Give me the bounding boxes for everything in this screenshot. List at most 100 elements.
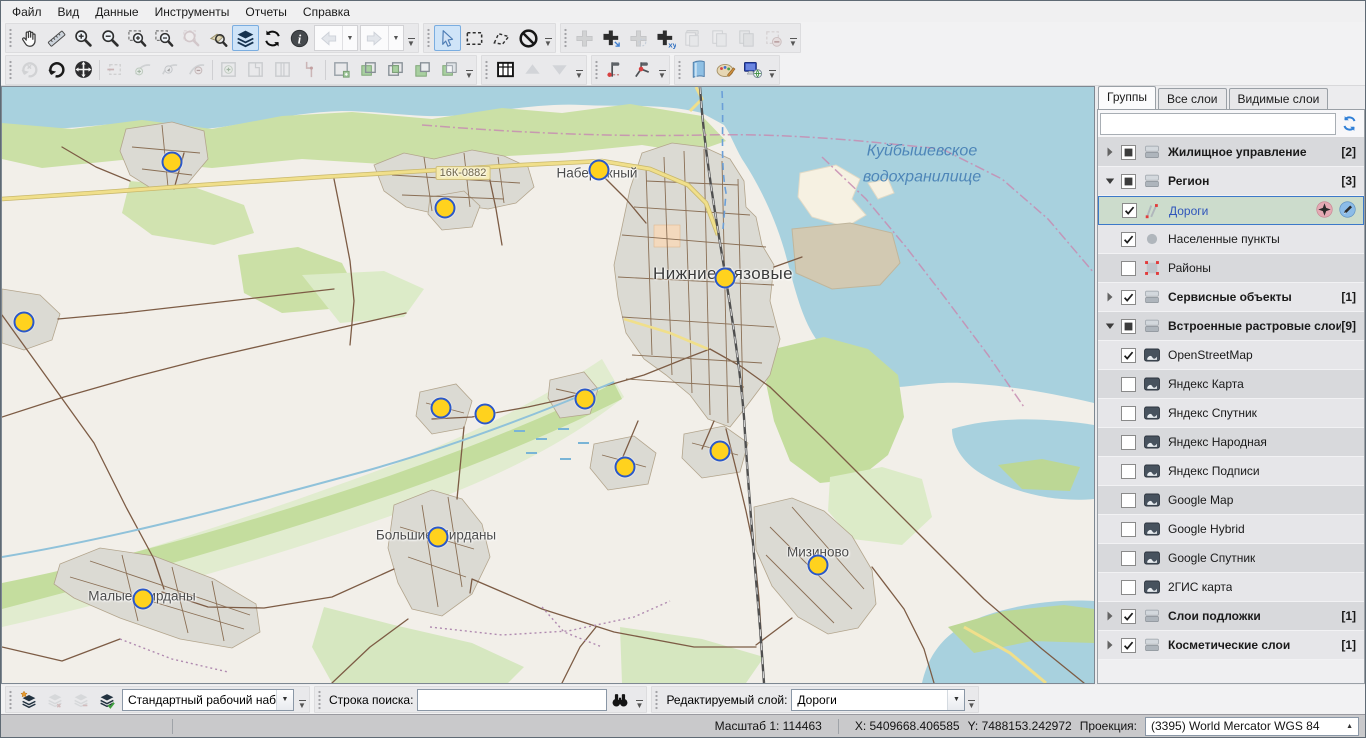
map-marker[interactable] (715, 268, 736, 289)
tree-expander[interactable] (1102, 611, 1118, 621)
tree-expander[interactable] (1102, 640, 1118, 650)
workset-combo[interactable]: Стандартный рабочий набор ▼ (122, 689, 294, 711)
map-marker[interactable] (589, 160, 610, 181)
layer-group-row[interactable]: Встроенные растровые слои[9] (1098, 312, 1364, 341)
search-input[interactable] (417, 689, 607, 711)
node-start-button[interactable] (602, 57, 629, 83)
tab-видимые-слои[interactable]: Видимые слои (1229, 88, 1329, 109)
menu-данные[interactable]: Данные (87, 3, 146, 21)
move-feature-button[interactable] (70, 57, 97, 83)
layer-group-row[interactable]: Сервисные объекты[1] (1098, 283, 1364, 312)
toolbar-grip[interactable] (484, 59, 489, 81)
menu-инструменты[interactable]: Инструменты (147, 3, 238, 21)
layer-row[interactable]: Яндекс Народная (1098, 428, 1364, 457)
map-marker[interactable] (475, 404, 496, 425)
layer-checkbox[interactable] (1121, 377, 1136, 392)
editable-layer-combo[interactable]: Дороги ▼ (791, 689, 965, 711)
add-feature-part-button[interactable] (625, 25, 652, 51)
undo-button[interactable] (43, 57, 70, 83)
layer-row[interactable]: Дороги (1098, 196, 1364, 225)
add-feature-button[interactable] (571, 25, 598, 51)
routing-button[interactable] (1315, 200, 1334, 222)
polygon-new-button[interactable] (215, 57, 242, 83)
nav-forward-dropdown[interactable]: ▼ (388, 26, 403, 50)
node-turn-button[interactable] (629, 57, 656, 83)
map-marker[interactable] (14, 312, 35, 333)
measure-button[interactable] (43, 25, 70, 51)
layers-visibility-button[interactable] (232, 25, 259, 51)
refresh-map-button[interactable] (259, 25, 286, 51)
map-marker[interactable] (808, 555, 829, 576)
menu-вид[interactable]: Вид (50, 3, 88, 21)
select-cursor-button[interactable] (434, 25, 461, 51)
tree-expander[interactable] (1102, 147, 1118, 157)
toolbar-overflow[interactable]: ▼ (463, 57, 475, 83)
geometry-intersect-button[interactable] (382, 57, 409, 83)
layer-row[interactable]: Районы (1098, 254, 1364, 283)
layer-row[interactable]: 2ГИС карта (1098, 573, 1364, 602)
toolbar-grip[interactable] (426, 27, 431, 49)
layer-row[interactable]: Google Hybrid (1098, 515, 1364, 544)
segment-direction-button[interactable] (156, 57, 183, 83)
layer-checkbox[interactable] (1121, 261, 1136, 276)
layer-checkbox[interactable] (1121, 232, 1136, 247)
map-marker[interactable] (162, 152, 183, 173)
layer-checkbox[interactable] (1122, 203, 1137, 218)
toolbar-overflow[interactable]: ▼ (787, 25, 799, 51)
map-marker[interactable] (710, 441, 731, 462)
toolbar-grip[interactable] (317, 689, 322, 711)
layer-checkbox[interactable] (1121, 145, 1136, 160)
toolbar-grip[interactable] (8, 27, 13, 49)
layer-checkbox[interactable] (1121, 290, 1136, 305)
menu-справка[interactable]: Справка (295, 3, 358, 21)
copy-feature-button[interactable] (706, 25, 733, 51)
remote-service-button[interactable] (739, 57, 766, 83)
zoom-window-in-button[interactable] (124, 25, 151, 51)
layer-checkbox[interactable] (1121, 522, 1136, 537)
object-info-button[interactable]: i (286, 25, 313, 51)
layer-checkbox[interactable] (1121, 609, 1136, 624)
zoom-previous-button[interactable] (178, 25, 205, 51)
paste-feature-button[interactable] (679, 25, 706, 51)
map-view[interactable]: КуйбышевскоеводохранилищеНижние ВязовыеН… (1, 86, 1095, 684)
toolbar-overflow[interactable]: ▼ (656, 57, 668, 83)
toolbar-overflow[interactable]: ▼ (633, 687, 645, 713)
nav-back-button[interactable] (315, 25, 342, 51)
tree-refresh-button[interactable] (1336, 112, 1362, 136)
map-marker[interactable] (428, 527, 449, 548)
map-marker[interactable] (435, 198, 456, 219)
workset-apply-button[interactable] (94, 688, 120, 712)
map-marker[interactable] (615, 457, 636, 478)
vertex-remove-button[interactable] (183, 57, 210, 83)
layer-row[interactable]: Яндекс Карта (1098, 370, 1364, 399)
layer-checkbox[interactable] (1121, 348, 1136, 363)
layer-row[interactable]: Яндекс Спутник (1098, 399, 1364, 428)
layer-group-row[interactable]: Жилищное управление[2] (1098, 138, 1364, 167)
layer-checkbox[interactable] (1121, 580, 1136, 595)
layer-checkbox[interactable] (1121, 638, 1136, 653)
layer-group-row[interactable]: Косметические слои[1] (1098, 631, 1364, 660)
search-run-button[interactable] (607, 687, 633, 713)
line-split-button[interactable] (296, 57, 323, 83)
undo-all-button[interactable] (16, 57, 43, 83)
pan-hand-button[interactable] (16, 25, 43, 51)
toolbar-overflow[interactable]: ▼ (296, 687, 308, 713)
select-polygon-button[interactable] (488, 25, 515, 51)
edit-style-button[interactable] (1338, 200, 1357, 222)
polygon-hole-button[interactable] (242, 57, 269, 83)
layer-checkbox[interactable] (1121, 551, 1136, 566)
vertex-add-button[interactable] (129, 57, 156, 83)
zoom-out-button[interactable] (97, 25, 124, 51)
edit-rectangle-button[interactable] (102, 57, 129, 83)
move-up-button[interactable] (519, 57, 546, 83)
geometry-symmetric-button[interactable] (436, 57, 463, 83)
tab-группы[interactable]: Группы (1098, 86, 1156, 109)
menu-отчеты[interactable]: Отчеты (237, 3, 294, 21)
toolbar-grip[interactable] (563, 27, 568, 49)
notebook-button[interactable] (685, 57, 712, 83)
workset-new-button[interactable] (16, 688, 42, 712)
layer-row[interactable]: OpenStreetMap (1098, 341, 1364, 370)
tab-все-слои[interactable]: Все слои (1158, 88, 1227, 109)
toolbar-overflow[interactable]: ▼ (965, 687, 977, 713)
toolbar-overflow[interactable]: ▼ (405, 25, 417, 51)
